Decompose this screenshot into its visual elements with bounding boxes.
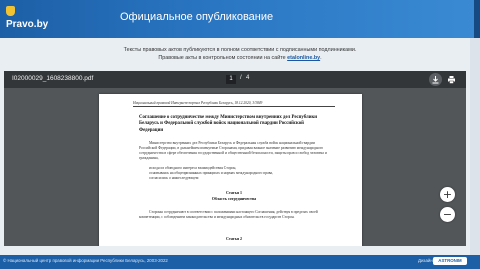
right-scroll-strip[interactable] — [470, 38, 480, 255]
doc-title: Соглашение о сотрудничестве между Минист… — [139, 115, 318, 133]
site-header: Pravo.by Официальное опубликование — [0, 0, 480, 38]
download-icon — [432, 76, 439, 84]
zoom-in-button[interactable]: + — [440, 187, 455, 202]
footer-copyright: © Национальный центр правовой информации… — [3, 258, 168, 263]
logo-text: Pravo.by — [6, 19, 49, 30]
page-title: Официальное опубликование — [120, 11, 274, 23]
pdf-toolbar: I02000029_1608238800.pdf 1 / 4 — [4, 71, 466, 88]
doc-portal-header: Национальный правовой Интернет-портал Ре… — [133, 101, 263, 105]
emblem-icon — [6, 6, 15, 16]
pdf-viewer: I02000029_1608238800.pdf 1 / 4 Националь… — [4, 71, 466, 246]
pdf-page: Национальный правовой Интернет-портал Ре… — [99, 94, 362, 246]
site-logo[interactable]: Pravo.by — [6, 6, 58, 34]
download-button[interactable] — [429, 73, 442, 86]
pdf-file-name: I02000029_1608238800.pdf — [12, 75, 94, 82]
header-side-strip — [474, 0, 480, 38]
doc-preamble-4: согласились о нижеследующем: — [149, 176, 200, 180]
print-button[interactable] — [445, 73, 458, 86]
publication-notice: Тексты правовых актов публикуются в полн… — [0, 46, 480, 62]
notice-line-2-prefix: Правовые акты в контрольном состоянии на… — [158, 55, 288, 61]
notice-line-2-suffix: . — [320, 55, 322, 61]
total-pages: 4 — [246, 75, 250, 81]
notice-line-2: Правовые акты в контрольном состоянии на… — [0, 54, 480, 62]
page-separator: / — [240, 75, 242, 81]
article-2-title: Статья 2 — [226, 236, 242, 241]
etalonline-link[interactable]: etalonline.by — [287, 55, 320, 61]
header-rule — [133, 106, 335, 107]
article-1-heading: Область сотрудничества — [211, 196, 257, 201]
site-footer: © Национальный центр правовой информации… — [0, 255, 480, 269]
print-icon — [448, 76, 455, 84]
designer-badge[interactable]: ASTRONIM — [433, 257, 467, 265]
notice-line-1: Тексты правовых актов публикуются в полн… — [123, 47, 357, 53]
doc-preamble: Министерство внутренних дел Республики Б… — [139, 141, 327, 160]
zoom-out-button[interactable]: − — [440, 207, 455, 222]
article-1-title: Статья 1 — [226, 190, 242, 195]
footer-design-label: Дизайн — [418, 258, 433, 263]
article-1-text: Стороны сотрудничают в соответствии с по… — [139, 210, 318, 219]
current-page-input[interactable]: 1 — [226, 75, 236, 84]
